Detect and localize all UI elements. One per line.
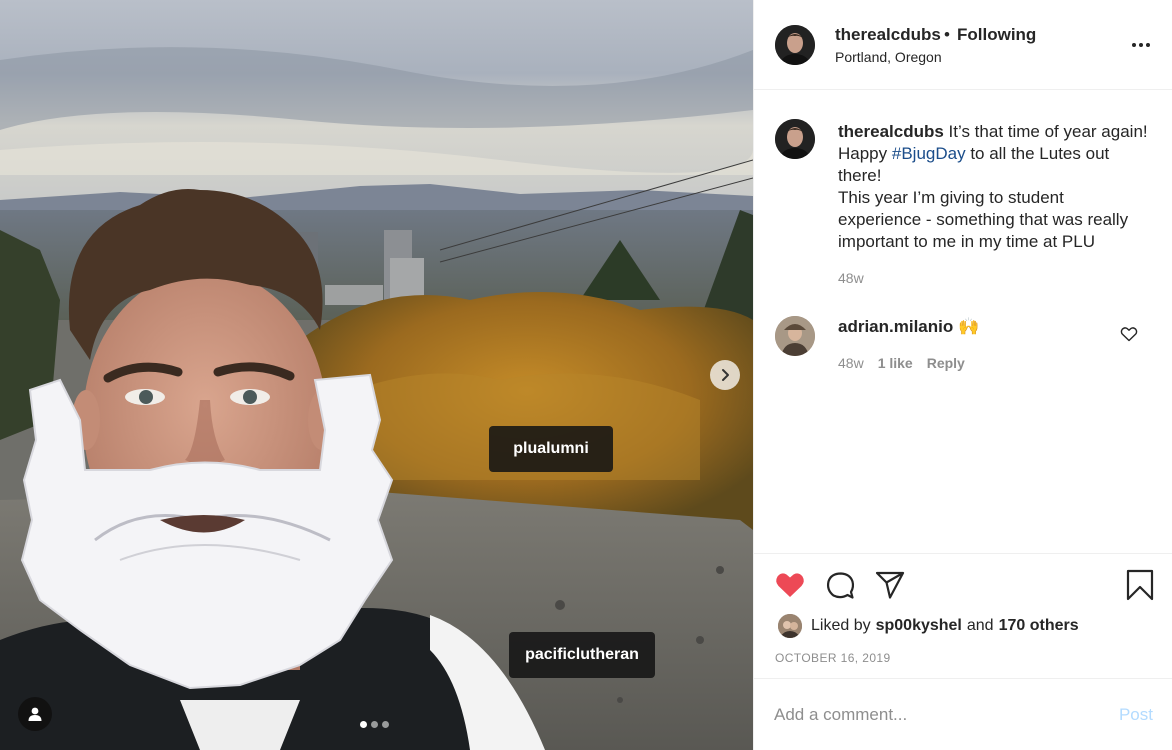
liked-by-and: and: [966, 617, 994, 634]
more-dots-icon: [1132, 43, 1136, 47]
comment-reply-button[interactable]: Reply: [927, 355, 965, 371]
comments-section[interactable]: therealcdubs It’s that time of year agai…: [754, 91, 1172, 553]
photo-tag-plualumni[interactable]: plualumni: [489, 426, 613, 472]
carousel-dot: [382, 721, 389, 728]
more-dots-icon: [1139, 43, 1143, 47]
separator-dot: •: [944, 25, 950, 44]
post-actions: Liked by sp00kyshel and 170 others OCTOB…: [754, 553, 1172, 678]
next-photo-button[interactable]: [710, 360, 740, 390]
hashtag-link[interactable]: #BjugDay: [892, 144, 966, 163]
commenter-avatar[interactable]: [775, 316, 815, 356]
liked-by-prefix: Liked by: [811, 617, 871, 634]
paper-plane-icon[interactable]: [874, 569, 906, 601]
liked-by-user-link[interactable]: sp00kyshel: [876, 617, 962, 635]
liked-by-others-link[interactable]: 170 others: [999, 617, 1079, 635]
comment-emoji: 🙌: [957, 317, 980, 336]
tagged-users-button[interactable]: [18, 697, 52, 731]
bookmark-icon[interactable]: [1124, 569, 1156, 601]
comment-input[interactable]: [774, 701, 1074, 729]
avatar-image: [778, 614, 802, 638]
post-comment-button[interactable]: Post: [1119, 705, 1153, 725]
more-options-button[interactable]: [1132, 38, 1152, 52]
carousel-dot: [371, 721, 378, 728]
carousel-indicator: [360, 721, 389, 728]
post-location[interactable]: Portland, Oregon: [835, 49, 942, 65]
person-icon: [28, 707, 42, 721]
caption-username[interactable]: therealcdubs: [838, 122, 944, 141]
post-caption: therealcdubs It’s that time of year agai…: [838, 121, 1148, 253]
post-date[interactable]: OCTOBER 16, 2019: [775, 651, 891, 665]
add-comment-bar: Post: [754, 678, 1172, 750]
comment-meta: 48w 1 like Reply: [838, 355, 979, 371]
chevron-right-icon: [722, 369, 729, 381]
post-photo[interactable]: plualumni pacificlutheran: [0, 0, 753, 750]
commenter-username[interactable]: adrian.milanio: [838, 317, 953, 336]
liked-by-row: Liked by sp00kyshel and 170 others: [778, 613, 1079, 639]
post-side-panel: therealcdubs • Following Portland, Orego…: [753, 0, 1172, 750]
comment-timestamp[interactable]: 48w: [838, 355, 864, 371]
avatar-image: [775, 25, 815, 65]
comment-bubble-icon[interactable]: [824, 569, 856, 601]
avatar-image: [775, 119, 815, 159]
comment-like-heart-icon[interactable]: [1120, 326, 1138, 342]
photo-tag-pacificlutheran[interactable]: pacificlutheran: [509, 632, 655, 678]
author-avatar[interactable]: [775, 25, 815, 65]
liker-avatar[interactable]: [778, 614, 802, 638]
author-username[interactable]: therealcdubs: [835, 25, 941, 45]
heart-filled-icon[interactable]: [774, 569, 806, 601]
following-button[interactable]: Following: [957, 25, 1036, 45]
carousel-dot: [360, 721, 367, 728]
post-header: therealcdubs • Following Portland, Orego…: [754, 0, 1172, 90]
caption-author-avatar[interactable]: [775, 119, 815, 159]
caption-text-line2: This year I’m giving to student experien…: [838, 188, 1129, 251]
avatar-image: [775, 316, 815, 356]
comment-body: adrian.milanio 🙌: [838, 317, 979, 337]
comment-likes-link[interactable]: 1 like: [878, 355, 913, 371]
caption-timestamp[interactable]: 48w: [838, 270, 864, 286]
more-dots-icon: [1146, 43, 1150, 47]
